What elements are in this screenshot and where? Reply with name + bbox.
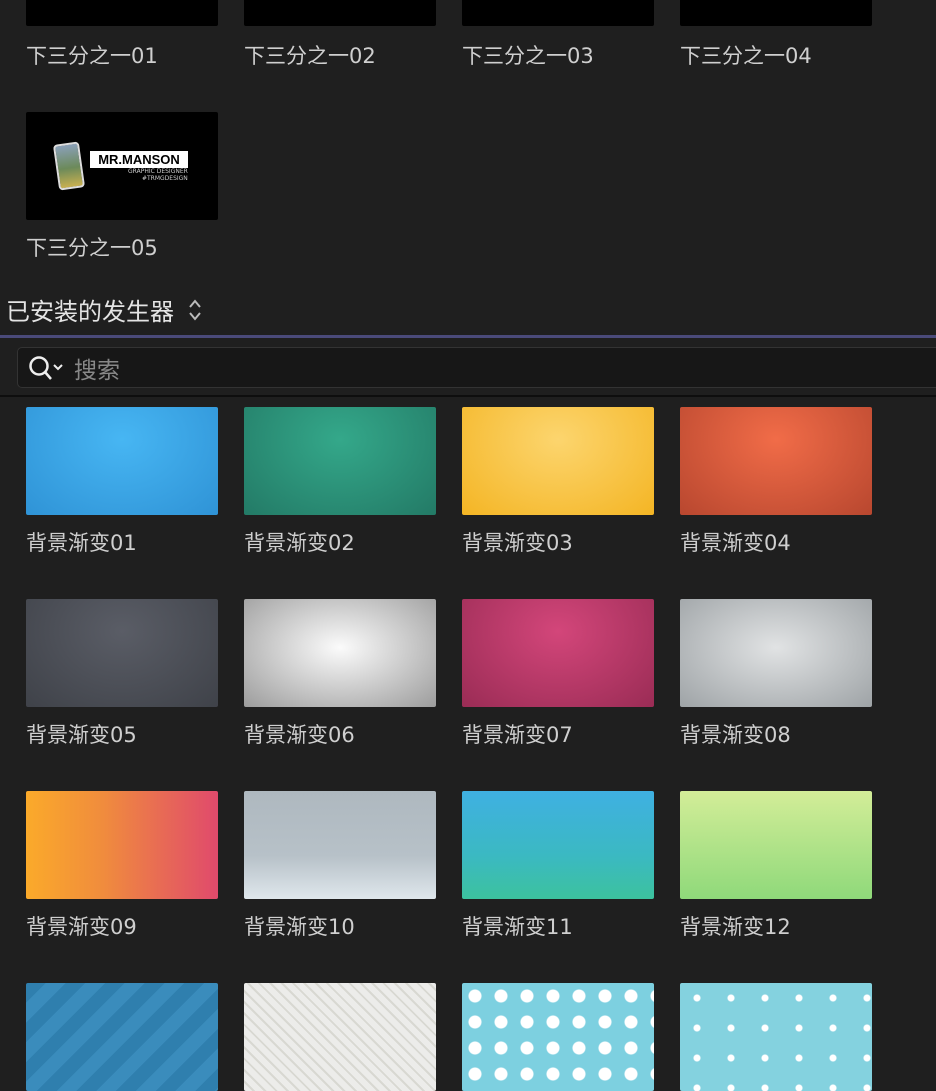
- generator-label: 背景渐变08: [680, 723, 791, 747]
- generator-thumb[interactable]: [244, 599, 436, 707]
- generators-section-menu[interactable]: 已安装的发生器: [6, 292, 202, 327]
- item-label: 下三分之一05: [26, 236, 158, 260]
- item-label: 下三分之一03: [462, 44, 594, 68]
- generator-thumb[interactable]: [680, 983, 872, 1091]
- item-label: 下三分之一04: [680, 44, 812, 68]
- search-icon[interactable]: [28, 354, 66, 382]
- item-label: 下三分之一02: [244, 44, 376, 68]
- generator-thumb[interactable]: [26, 407, 218, 515]
- divider: [0, 335, 936, 338]
- section-title: 已安装的发生器: [6, 298, 174, 326]
- divider: [0, 395, 936, 397]
- generator-label: 背景渐变01: [26, 531, 137, 555]
- item-label: 下三分之一01: [26, 44, 158, 68]
- generator-thumb[interactable]: [26, 791, 218, 899]
- search-placeholder: 搜索: [74, 357, 120, 384]
- generator-thumb[interactable]: [26, 599, 218, 707]
- generator-thumb[interactable]: [680, 407, 872, 515]
- up-down-chevron-icon: [189, 298, 201, 321]
- generator-thumb[interactable]: [462, 791, 654, 899]
- generator-thumb[interactable]: [462, 599, 654, 707]
- generator-label: 背景渐变07: [462, 723, 573, 747]
- generator-thumb[interactable]: [26, 983, 218, 1091]
- generator-label: 背景渐变03: [462, 531, 573, 555]
- generator-thumb[interactable]: [462, 407, 654, 515]
- search-input[interactable]: 搜索: [17, 347, 936, 388]
- generator-thumb[interactable]: [244, 791, 436, 899]
- phone-image: [53, 141, 86, 191]
- generator-label: 背景渐变05: [26, 723, 137, 747]
- thumb-lower-third-02[interactable]: [244, 0, 436, 26]
- thumb-lower-third-05[interactable]: MR.MANSON GRAPHIC DESIGNER #TRMGDESIGN: [26, 112, 218, 220]
- thumb-lower-third-03[interactable]: [462, 0, 654, 26]
- generator-label: 背景渐变02: [244, 531, 355, 555]
- generator-label: 背景渐变11: [462, 915, 573, 939]
- thumb-lower-third-01[interactable]: [26, 0, 218, 26]
- generator-thumb[interactable]: [244, 407, 436, 515]
- generator-label: 背景渐变06: [244, 723, 355, 747]
- generator-thumb[interactable]: [244, 983, 436, 1091]
- generator-thumb[interactable]: [462, 983, 654, 1091]
- generator-label: 背景渐变12: [680, 915, 791, 939]
- generator-label: 背景渐变09: [26, 915, 137, 939]
- generator-thumb[interactable]: [680, 599, 872, 707]
- generator-label: 背景渐变04: [680, 531, 791, 555]
- generator-label: 背景渐变10: [244, 915, 355, 939]
- generator-thumb[interactable]: [680, 791, 872, 899]
- thumb-lower-third-04[interactable]: [680, 0, 872, 26]
